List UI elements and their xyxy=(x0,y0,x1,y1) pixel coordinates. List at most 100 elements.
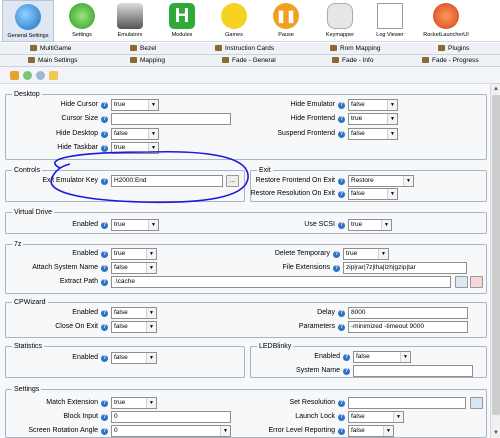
help-icon[interactable]: ? xyxy=(338,428,345,435)
chevron-down-icon: ▼ xyxy=(146,308,156,318)
attach-system-name-dropdown[interactable]: false ▼ xyxy=(111,262,157,274)
tab-icon xyxy=(332,57,339,63)
launch-lock-dropdown[interactable]: false ▼ xyxy=(348,411,404,423)
match-extension-dropdown[interactable]: true ▼ xyxy=(111,397,157,409)
restore-resolution-dropdown[interactable]: false ▼ xyxy=(348,188,398,200)
vertical-scrollbar[interactable]: ▲ ▼ xyxy=(490,84,500,438)
delay-input[interactable]: 8000 xyxy=(348,307,468,319)
toolbar-general-settings-button[interactable]: General Settings xyxy=(2,0,54,42)
ledblinky-enabled-dropdown[interactable]: false ▼ xyxy=(353,351,411,363)
chevron-down-icon: ▼ xyxy=(400,352,410,362)
help-icon[interactable]: ? xyxy=(338,191,345,198)
browse-button[interactable]: ... xyxy=(226,175,239,187)
search-icon[interactable] xyxy=(455,276,468,288)
scroll-down-arrow-icon[interactable]: ▼ xyxy=(492,429,500,437)
suspend-frontend-dropdown[interactable]: false ▼ xyxy=(348,128,398,140)
hide-desktop-dropdown[interactable]: false ▼ xyxy=(111,128,159,140)
exit-emulator-key-input[interactable]: H2000:End xyxy=(111,175,223,187)
tab-multigame[interactable]: MultiGame xyxy=(30,43,71,55)
virtual-drive-enabled-dropdown[interactable]: true ▼ xyxy=(111,219,159,231)
hide-frontend-dropdown[interactable]: true ▼ xyxy=(348,113,398,125)
hide-cursor-label: Hide Cursor? xyxy=(60,101,108,109)
toolbar-settings-button[interactable]: Settings xyxy=(56,0,108,42)
restore-frontend-label: Restore Frontend On Exit? xyxy=(255,177,345,185)
add-icon[interactable] xyxy=(23,71,32,80)
help-icon[interactable]: ? xyxy=(343,354,350,361)
scroll-up-arrow-icon[interactable]: ▲ xyxy=(492,85,500,93)
extract-path-input[interactable]: .\cache xyxy=(111,276,451,288)
toolbar-modules-button[interactable]: H Modules xyxy=(156,0,208,42)
toolbar-emulators-button[interactable]: Emulators xyxy=(104,0,156,42)
help-icon[interactable]: ? xyxy=(101,414,108,421)
help-icon[interactable]: ? xyxy=(333,251,340,258)
statistics-enabled-dropdown[interactable]: false ▼ xyxy=(111,352,157,364)
help-icon[interactable]: ? xyxy=(338,414,345,421)
toolbar-pause-button[interactable]: ❚❚ Pause xyxy=(260,0,312,42)
help-icon[interactable]: ? xyxy=(338,116,345,123)
help-icon[interactable]: ? xyxy=(343,368,350,375)
tab-bezel[interactable]: Bezel xyxy=(130,43,156,55)
error-level-reporting-dropdown[interactable]: false ▼ xyxy=(348,425,394,437)
toolbar-rocketlauncherui-button[interactable]: RocketLauncherUI xyxy=(418,0,474,42)
help-icon[interactable]: ? xyxy=(338,178,345,185)
tab-fade-general[interactable]: Fade - General xyxy=(222,55,276,67)
help-icon[interactable]: ? xyxy=(333,265,340,272)
toolbar-keymapper-button[interactable]: Keymapper xyxy=(314,0,366,42)
tab-instruction-cards[interactable]: Instruction Cards xyxy=(215,43,274,55)
screen-rotation-angle-dropdown[interactable]: 0 ▼ xyxy=(111,425,231,437)
toolbar-games-button[interactable]: Games xyxy=(208,0,260,42)
use-scsi-dropdown[interactable]: true ▼ xyxy=(348,219,392,231)
restore-frontend-dropdown[interactable]: Restore ▼ xyxy=(348,175,414,187)
help-icon[interactable]: ? xyxy=(101,116,108,123)
help-icon[interactable]: ? xyxy=(101,355,108,362)
help-icon[interactable]: ? xyxy=(101,222,108,229)
hide-cursor-dropdown[interactable]: true ▼ xyxy=(111,99,159,111)
help-icon[interactable]: ? xyxy=(338,400,345,407)
help-icon[interactable]: ? xyxy=(338,102,345,109)
resolution-picker-icon[interactable] xyxy=(470,397,483,409)
tab-fade-info[interactable]: Fade - Info xyxy=(332,55,373,67)
help-icon[interactable]: ? xyxy=(101,145,108,152)
help-icon[interactable]: ? xyxy=(101,428,108,435)
help-icon[interactable]: ? xyxy=(101,310,108,317)
help-icon[interactable]: ? xyxy=(101,400,108,407)
hide-emulator-dropdown[interactable]: false ▼ xyxy=(348,99,398,111)
system-name-input[interactable] xyxy=(353,365,473,377)
help-icon[interactable]: ? xyxy=(101,102,108,109)
help-icon[interactable]: ? xyxy=(338,222,345,229)
help-icon[interactable]: ? xyxy=(101,178,108,185)
help-icon[interactable]: ? xyxy=(101,251,108,258)
toolbar-button-label: RocketLauncherUI xyxy=(423,32,469,38)
help-icon[interactable]: ? xyxy=(338,310,345,317)
delete-temporary-dropdown[interactable]: true ▼ xyxy=(343,248,389,260)
block-input-input[interactable]: 0 xyxy=(111,411,231,423)
help-icon[interactable]: ? xyxy=(101,265,108,272)
close-on-exit-dropdown[interactable]: false ▼ xyxy=(111,321,157,333)
tab-fade-progress[interactable]: Fade - Progress xyxy=(422,55,479,67)
tab-mapping[interactable]: Mapping xyxy=(130,55,165,67)
cursor-size-input[interactable] xyxy=(111,113,231,125)
hide-taskbar-dropdown[interactable]: true ▼ xyxy=(111,142,159,154)
key-icon[interactable] xyxy=(10,71,19,80)
toolbar-log-viewer-button[interactable]: Log Viewer xyxy=(364,0,416,42)
tab-main-settings[interactable]: Main Settings xyxy=(28,55,77,67)
tab-rom-mapping[interactable]: Rom Mapping xyxy=(330,43,380,55)
help-icon[interactable]: ? xyxy=(101,131,108,138)
tab-plugins[interactable]: Plugins xyxy=(438,43,469,55)
7z-enabled-dropdown[interactable]: true ▼ xyxy=(111,248,157,260)
help-icon[interactable]: ? xyxy=(101,279,108,286)
file-extensions-input[interactable]: zip|rar|7z|lha|lzh|gzip|tar xyxy=(343,262,467,274)
parameters-label: Parameters? xyxy=(298,323,345,331)
delete-icon[interactable] xyxy=(470,276,483,288)
help-icon[interactable]: ? xyxy=(101,324,108,331)
chevron-down-icon: ▼ xyxy=(383,426,393,436)
toolbar-button-label: Keymapper xyxy=(325,32,355,38)
set-resolution-input[interactable] xyxy=(348,397,466,409)
parameters-input[interactable]: -minimized -timeout 9000 xyxy=(348,321,468,333)
cpwizard-enabled-dropdown[interactable]: false ▼ xyxy=(111,307,157,319)
scrollbar-thumb[interactable] xyxy=(492,95,500,415)
refresh-icon[interactable] xyxy=(36,71,45,80)
folder-icon[interactable] xyxy=(49,71,58,80)
help-icon[interactable]: ? xyxy=(338,131,345,138)
help-icon[interactable]: ? xyxy=(338,324,345,331)
